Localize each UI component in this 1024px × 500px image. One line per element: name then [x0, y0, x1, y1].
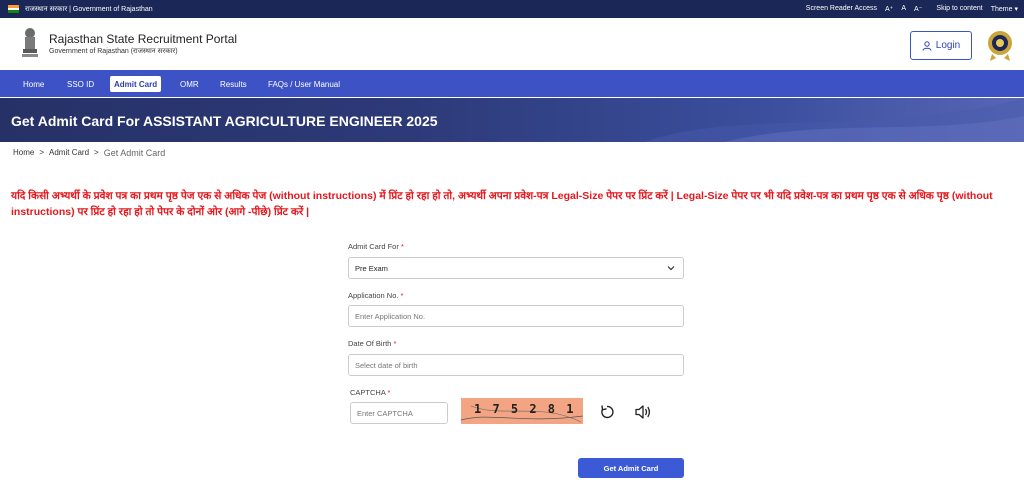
required-mark: *: [400, 291, 404, 300]
user-icon: [922, 40, 932, 51]
nav-omr[interactable]: OMR: [176, 76, 203, 92]
india-flag-icon: [8, 5, 19, 13]
site-header: Rajasthan State Recruitment Portal Gover…: [0, 18, 1024, 70]
page-title: Get Admit Card For ASSISTANT AGRICULTURE…: [11, 113, 438, 129]
captcha-text: 1 7 5 2 8 1: [474, 402, 576, 416]
theme-label: Theme: [990, 6, 1013, 13]
accessibility-links: Screen Reader Access A⁺ A A⁻ Skip to con…: [806, 5, 1018, 13]
print-instructions-notice: यदि किसी अभ्यर्थी के प्रवेश पत्र का प्रथ…: [11, 188, 1024, 220]
notice-line-1: यदि किसी अभ्यर्थी के प्रवेश पत्र का प्रथ…: [11, 190, 993, 202]
application-no-label: Application No. *: [348, 291, 403, 300]
captcha-image: 1 7 5 2 8 1: [461, 398, 583, 424]
login-button[interactable]: Login: [910, 31, 972, 60]
speaker-icon: [635, 405, 651, 419]
input-placeholder: Enter CAPTCHA: [357, 408, 413, 418]
skip-to-content-link[interactable]: Skip to content: [936, 5, 982, 13]
breadcrumb-home[interactable]: Home: [13, 148, 34, 158]
government-text: राजस्थान सरकार | Government of Rajasthan: [25, 6, 153, 13]
top-utility-bar: राजस्थान सरकार | Government of Rajasthan…: [0, 0, 1024, 18]
nav-home[interactable]: Home: [19, 76, 48, 92]
recruitment-board-logo: [988, 31, 1012, 61]
date-of-birth-input[interactable]: Select date of birth: [348, 354, 684, 376]
required-mark: *: [393, 339, 397, 348]
breadcrumb-separator: >: [39, 148, 45, 157]
font-increase-button[interactable]: A⁺: [885, 5, 893, 13]
portal-title: Rajasthan State Recruitment Portal: [49, 32, 238, 46]
captcha-label: CAPTCHA *: [350, 388, 390, 397]
admit-card-for-select[interactable]: Pre Exam: [348, 257, 684, 279]
page-banner: Get Admit Card For ASSISTANT AGRICULTURE…: [0, 98, 1024, 142]
nav-faqs[interactable]: FAQs / User Manual: [264, 76, 344, 92]
captcha-input[interactable]: Enter CAPTCHA: [350, 402, 448, 424]
nav-results[interactable]: Results: [216, 76, 251, 92]
breadcrumb-separator: >: [94, 148, 99, 157]
input-placeholder: Enter Application No.: [355, 311, 426, 321]
select-value: Pre Exam: [355, 263, 388, 273]
font-normal-button[interactable]: A: [901, 5, 906, 13]
input-placeholder: Select date of birth: [355, 360, 418, 370]
chevron-down-icon: ▾: [1014, 6, 1018, 13]
label-text: Admit Card For: [348, 242, 399, 251]
date-of-birth-label: Date Of Birth *: [348, 339, 396, 348]
main-navigation: Home SSO ID Admit Card OMR Results FAQs …: [0, 70, 1024, 97]
chevron-down-icon: [667, 266, 675, 271]
refresh-icon: [601, 405, 614, 419]
nav-sso-id[interactable]: SSO ID: [63, 76, 98, 92]
breadcrumb-admit-card[interactable]: Admit Card: [49, 148, 89, 158]
refresh-captcha-button[interactable]: [598, 403, 616, 421]
nav-admit-card[interactable]: Admit Card: [110, 76, 162, 92]
audio-captcha-button[interactable]: [634, 403, 652, 421]
required-mark: *: [400, 242, 404, 251]
state-emblem-icon: [22, 28, 38, 57]
required-mark: *: [387, 388, 391, 397]
label-text: Date Of Birth: [348, 339, 392, 348]
label-text: CAPTCHA: [350, 388, 386, 397]
breadcrumb: Home > Admit Card > Get Admit Card: [13, 148, 165, 158]
font-decrease-button[interactable]: A⁻: [914, 5, 922, 13]
banner-wave-decoration: [644, 98, 1024, 142]
notice-line-2: instructions) पर प्रिंट हो रहा हो तो पेप…: [11, 206, 310, 218]
application-no-input[interactable]: Enter Application No.: [348, 305, 684, 327]
admit-card-for-label: Admit Card For *: [348, 242, 404, 251]
breadcrumb-current: Get Admit Card: [103, 148, 166, 158]
get-admit-card-button[interactable]: Get Admit Card: [578, 458, 684, 478]
label-text: Application No.: [348, 291, 399, 300]
login-label: Login: [935, 40, 961, 51]
screen-reader-link[interactable]: Screen Reader Access: [806, 5, 877, 13]
theme-dropdown[interactable]: Theme ▾: [991, 5, 1018, 13]
portal-subtitle: Government of Rajasthan (राजस्थान सरकार): [49, 48, 178, 55]
